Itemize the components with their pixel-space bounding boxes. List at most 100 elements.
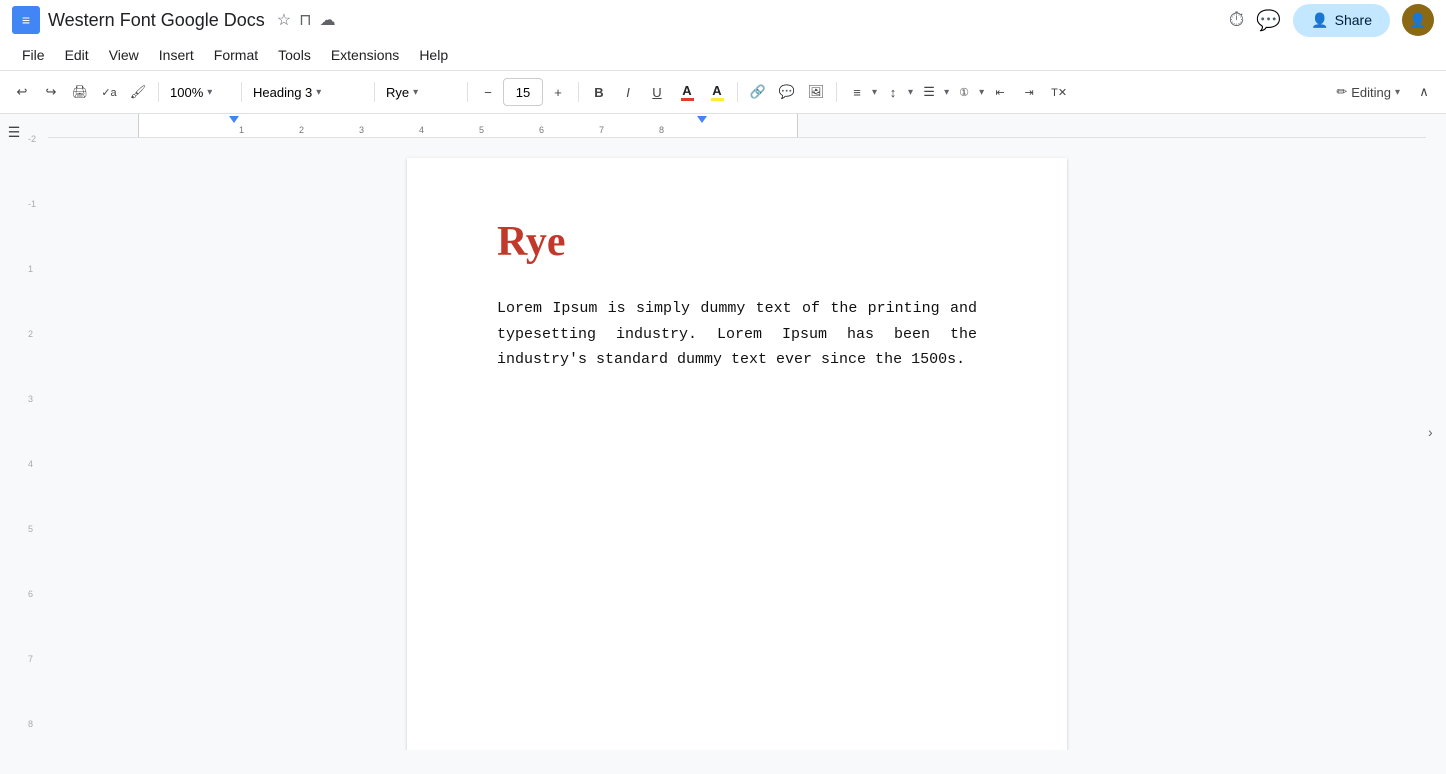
document-heading[interactable]: Rye [497, 218, 977, 266]
avatar[interactable]: 👤 [1402, 4, 1434, 36]
divider-5 [578, 82, 579, 102]
doc-column: 1 2 3 4 5 6 7 8 Rye Lorem Ipsum is simpl… [48, 114, 1426, 750]
font-color-letter: A [682, 83, 691, 98]
paragraph-style-select[interactable]: Heading 3 ▾ [248, 77, 368, 107]
editing-mode-button[interactable]: ✏ Editing ▾ [1328, 80, 1408, 104]
text-format-group: B I U [585, 78, 671, 106]
outline-panel: ☰ [0, 114, 28, 750]
divider-7 [836, 82, 837, 102]
insert-link-button[interactable]: 🔗 [744, 78, 772, 106]
zoom-chevron: ▾ [207, 87, 212, 98]
font-size-input[interactable]: 15 [503, 78, 543, 106]
font-color-button[interactable]: A [673, 78, 701, 106]
document-page[interactable]: Rye Lorem Ipsum is simply dummy text of … [407, 158, 1067, 750]
print-button[interactable]: 🖨 [66, 78, 94, 106]
highlight-bar [711, 98, 724, 101]
document-title[interactable]: Western Font Google Docs [48, 10, 265, 31]
redo-button[interactable]: ↪ [37, 78, 65, 106]
numbered-chevron[interactable]: ▾ [979, 87, 984, 98]
highlight-letter: A [712, 83, 721, 98]
ruler-white-area: 1 2 3 4 5 6 7 8 [138, 114, 798, 137]
share-label: Share [1335, 12, 1372, 28]
font-color-bar [681, 98, 694, 101]
editing-label: Editing [1351, 85, 1391, 100]
font-chevron: ▾ [413, 87, 418, 98]
align-chevron[interactable]: ▾ [872, 87, 877, 98]
right-controls: ⏱ 💬 👤 Share 👤 [1229, 4, 1434, 37]
menu-bar: File Edit View Insert Format Tools Exten… [0, 40, 1446, 70]
pencil-icon: ✏ [1336, 84, 1347, 100]
divider-4 [467, 82, 468, 102]
toolbar-collapse-button[interactable]: ∧ [1410, 78, 1438, 106]
history-icon[interactable]: ⏱ [1229, 9, 1245, 32]
style-chevron: ▾ [316, 87, 321, 98]
chat-icon[interactable]: 💬 [1256, 8, 1281, 33]
ruler-num-7: 7 [599, 125, 604, 135]
ruler-mark-7: 7 [28, 654, 45, 719]
paragraph-style-value: Heading 3 [253, 85, 312, 100]
insert-comment-button[interactable]: 💬 [773, 78, 801, 106]
ruler-mark-5: 5 [28, 524, 45, 589]
align-button[interactable]: ≡ [843, 78, 871, 106]
increase-indent-button[interactable]: ⇥ [1015, 78, 1043, 106]
underline-button[interactable]: U [643, 78, 671, 106]
decrease-font-size-button[interactable]: − [474, 78, 502, 106]
folder-icon[interactable]: ⊓ [299, 10, 311, 30]
zoom-group: 100% ▾ [165, 77, 235, 107]
star-icon[interactable]: ☆ [277, 10, 291, 30]
line-spacing-button[interactable]: ↕ [879, 78, 907, 106]
zoom-select[interactable]: 100% ▾ [165, 77, 235, 107]
font-select[interactable]: Rye ▾ [381, 77, 461, 107]
menu-format[interactable]: Format [204, 43, 268, 67]
ruler-num-3: 3 [359, 125, 364, 135]
decrease-indent-button[interactable]: ⇤ [986, 78, 1014, 106]
italic-button[interactable]: I [614, 78, 642, 106]
menu-insert[interactable]: Insert [149, 43, 204, 67]
ruler-mark-6: 6 [28, 589, 45, 654]
menu-extensions[interactable]: Extensions [321, 43, 409, 67]
cloud-icon[interactable]: ☁ [320, 10, 336, 30]
divider-6 [737, 82, 738, 102]
undo-button[interactable]: ↩ [8, 78, 36, 106]
menu-view[interactable]: View [99, 43, 149, 67]
right-collapse-arrow[interactable]: › [1428, 424, 1433, 440]
insert-image-button[interactable]: 🖼 [802, 78, 830, 106]
spacing-chevron[interactable]: ▾ [908, 87, 913, 98]
menu-help[interactable]: Help [409, 43, 458, 67]
highlight-color-button[interactable]: A [703, 78, 731, 106]
clear-format-button[interactable]: T✕ [1045, 78, 1073, 106]
numbered-list-button[interactable]: ① [950, 78, 978, 106]
ruler-mark-3: 3 [28, 394, 45, 459]
menu-edit[interactable]: Edit [55, 43, 99, 67]
ruler-mark-1: 1 [28, 264, 45, 329]
document-body[interactable]: Lorem Ipsum is simply dummy text of the … [497, 296, 977, 373]
right-panel: › [1426, 114, 1446, 750]
menu-file[interactable]: File [12, 43, 55, 67]
share-icon: 👤 [1311, 12, 1328, 29]
ruler-num-1: 1 [239, 125, 244, 135]
paint-format-button[interactable]: 🖌 [124, 78, 152, 106]
share-button[interactable]: 👤 Share [1293, 4, 1390, 37]
bold-button[interactable]: B [585, 78, 613, 106]
editing-chevron: ▾ [1395, 87, 1400, 98]
bullet-chevron[interactable]: ▾ [944, 87, 949, 98]
ruler-num-4: 4 [419, 125, 424, 135]
horizontal-ruler: 1 2 3 4 5 6 7 8 [48, 114, 1426, 138]
highlight-color-indicator: A [711, 83, 724, 101]
main-area: ☰ -2 -1 1 2 3 4 5 6 7 8 1 2 3 4 5 6 [0, 114, 1446, 750]
ruler-left-tab-marker [229, 116, 239, 123]
spell-check-button[interactable]: ✓a [95, 78, 123, 106]
side-ruler: -2 -1 1 2 3 4 5 6 7 8 [28, 114, 48, 750]
ruler-mark-8: 8 [28, 719, 45, 750]
bullet-list-button[interactable]: ☰ [915, 78, 943, 106]
indent-group: ⇤ ⇥ [986, 78, 1043, 106]
menu-tools[interactable]: Tools [268, 43, 321, 67]
insert-group: 🔗 💬 🖼 [744, 78, 830, 106]
toolbar: ↩ ↪ 🖨 ✓a 🖌 100% ▾ Heading 3 ▾ Rye ▾ − 15… [0, 70, 1446, 114]
outline-icon[interactable]: ☰ [8, 124, 21, 141]
divider-3 [374, 82, 375, 102]
divider-1 [158, 82, 159, 102]
spacing-group: ↕ ▾ [879, 78, 913, 106]
document-scroll-area[interactable]: Rye Lorem Ipsum is simply dummy text of … [48, 138, 1426, 750]
increase-font-size-button[interactable]: + [544, 78, 572, 106]
